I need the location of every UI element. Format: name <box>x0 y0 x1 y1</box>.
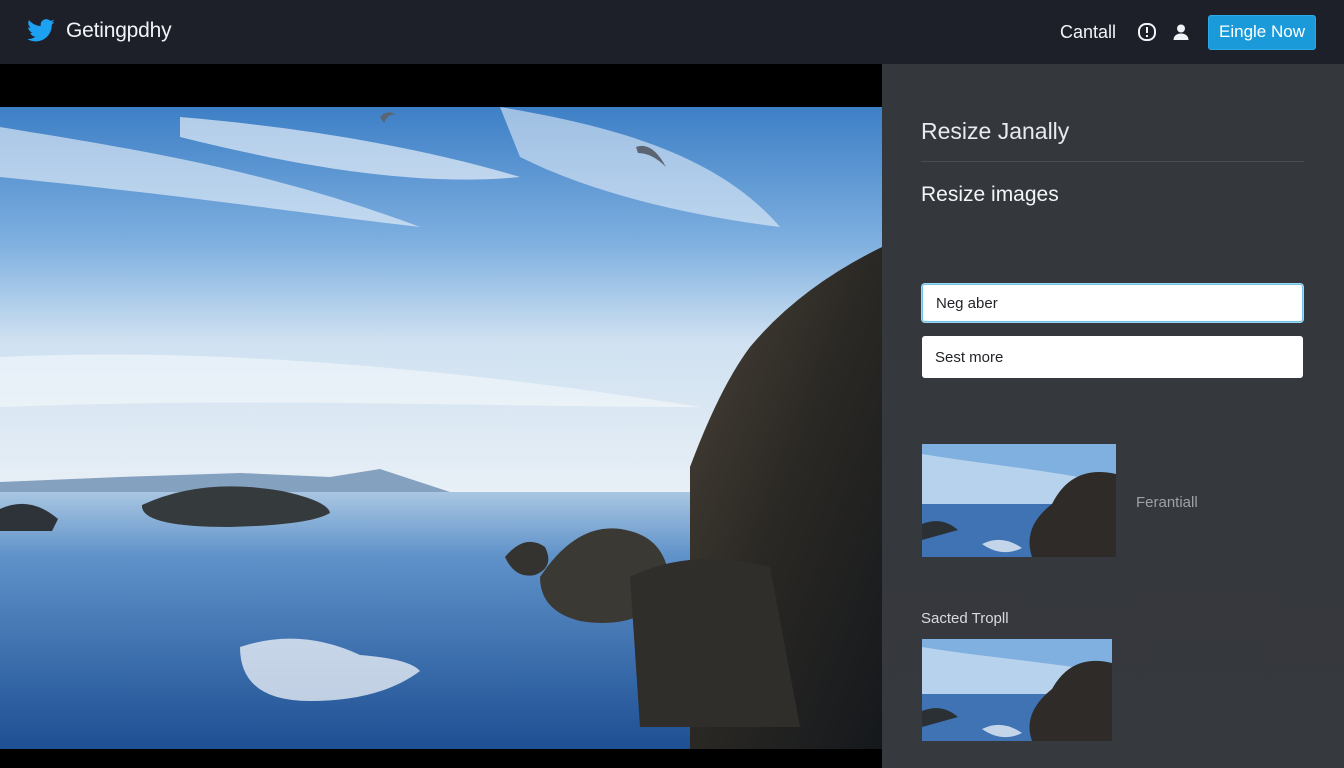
thumbnail-preview-2[interactable] <box>922 639 1112 741</box>
main-image[interactable] <box>0 107 882 749</box>
bird-logo-icon <box>27 19 55 42</box>
header-actions: Cantall Eingle Now <box>1060 14 1316 50</box>
eingle-now-button[interactable]: Eingle Now <box>1208 14 1316 50</box>
resize-sidebar: Resize Janally Resize images Neg aber Se… <box>882 64 1344 768</box>
divider <box>921 161 1304 162</box>
panel-subtitle: Resize images <box>921 183 1059 206</box>
cantall-link[interactable]: Cantall <box>1060 22 1116 43</box>
panel-title: Resize Janally <box>921 118 1070 144</box>
user-icon[interactable] <box>1170 21 1192 43</box>
height-input[interactable]: Sest more <box>922 336 1303 378</box>
thumbnail-preview-1[interactable] <box>922 444 1116 557</box>
thumbnail-label: Ferantiall <box>1136 494 1198 511</box>
section-label: Sacted Tropll <box>921 610 1009 627</box>
image-canvas <box>0 64 882 768</box>
app-title: Getingpdhy <box>66 19 172 42</box>
info-icon[interactable] <box>1136 21 1158 43</box>
brand[interactable]: Getingpdhy <box>26 16 172 46</box>
top-navigation-bar: Getingpdhy Cantall Eingle Now <box>0 0 1344 64</box>
width-input[interactable]: Neg aber <box>922 284 1303 322</box>
